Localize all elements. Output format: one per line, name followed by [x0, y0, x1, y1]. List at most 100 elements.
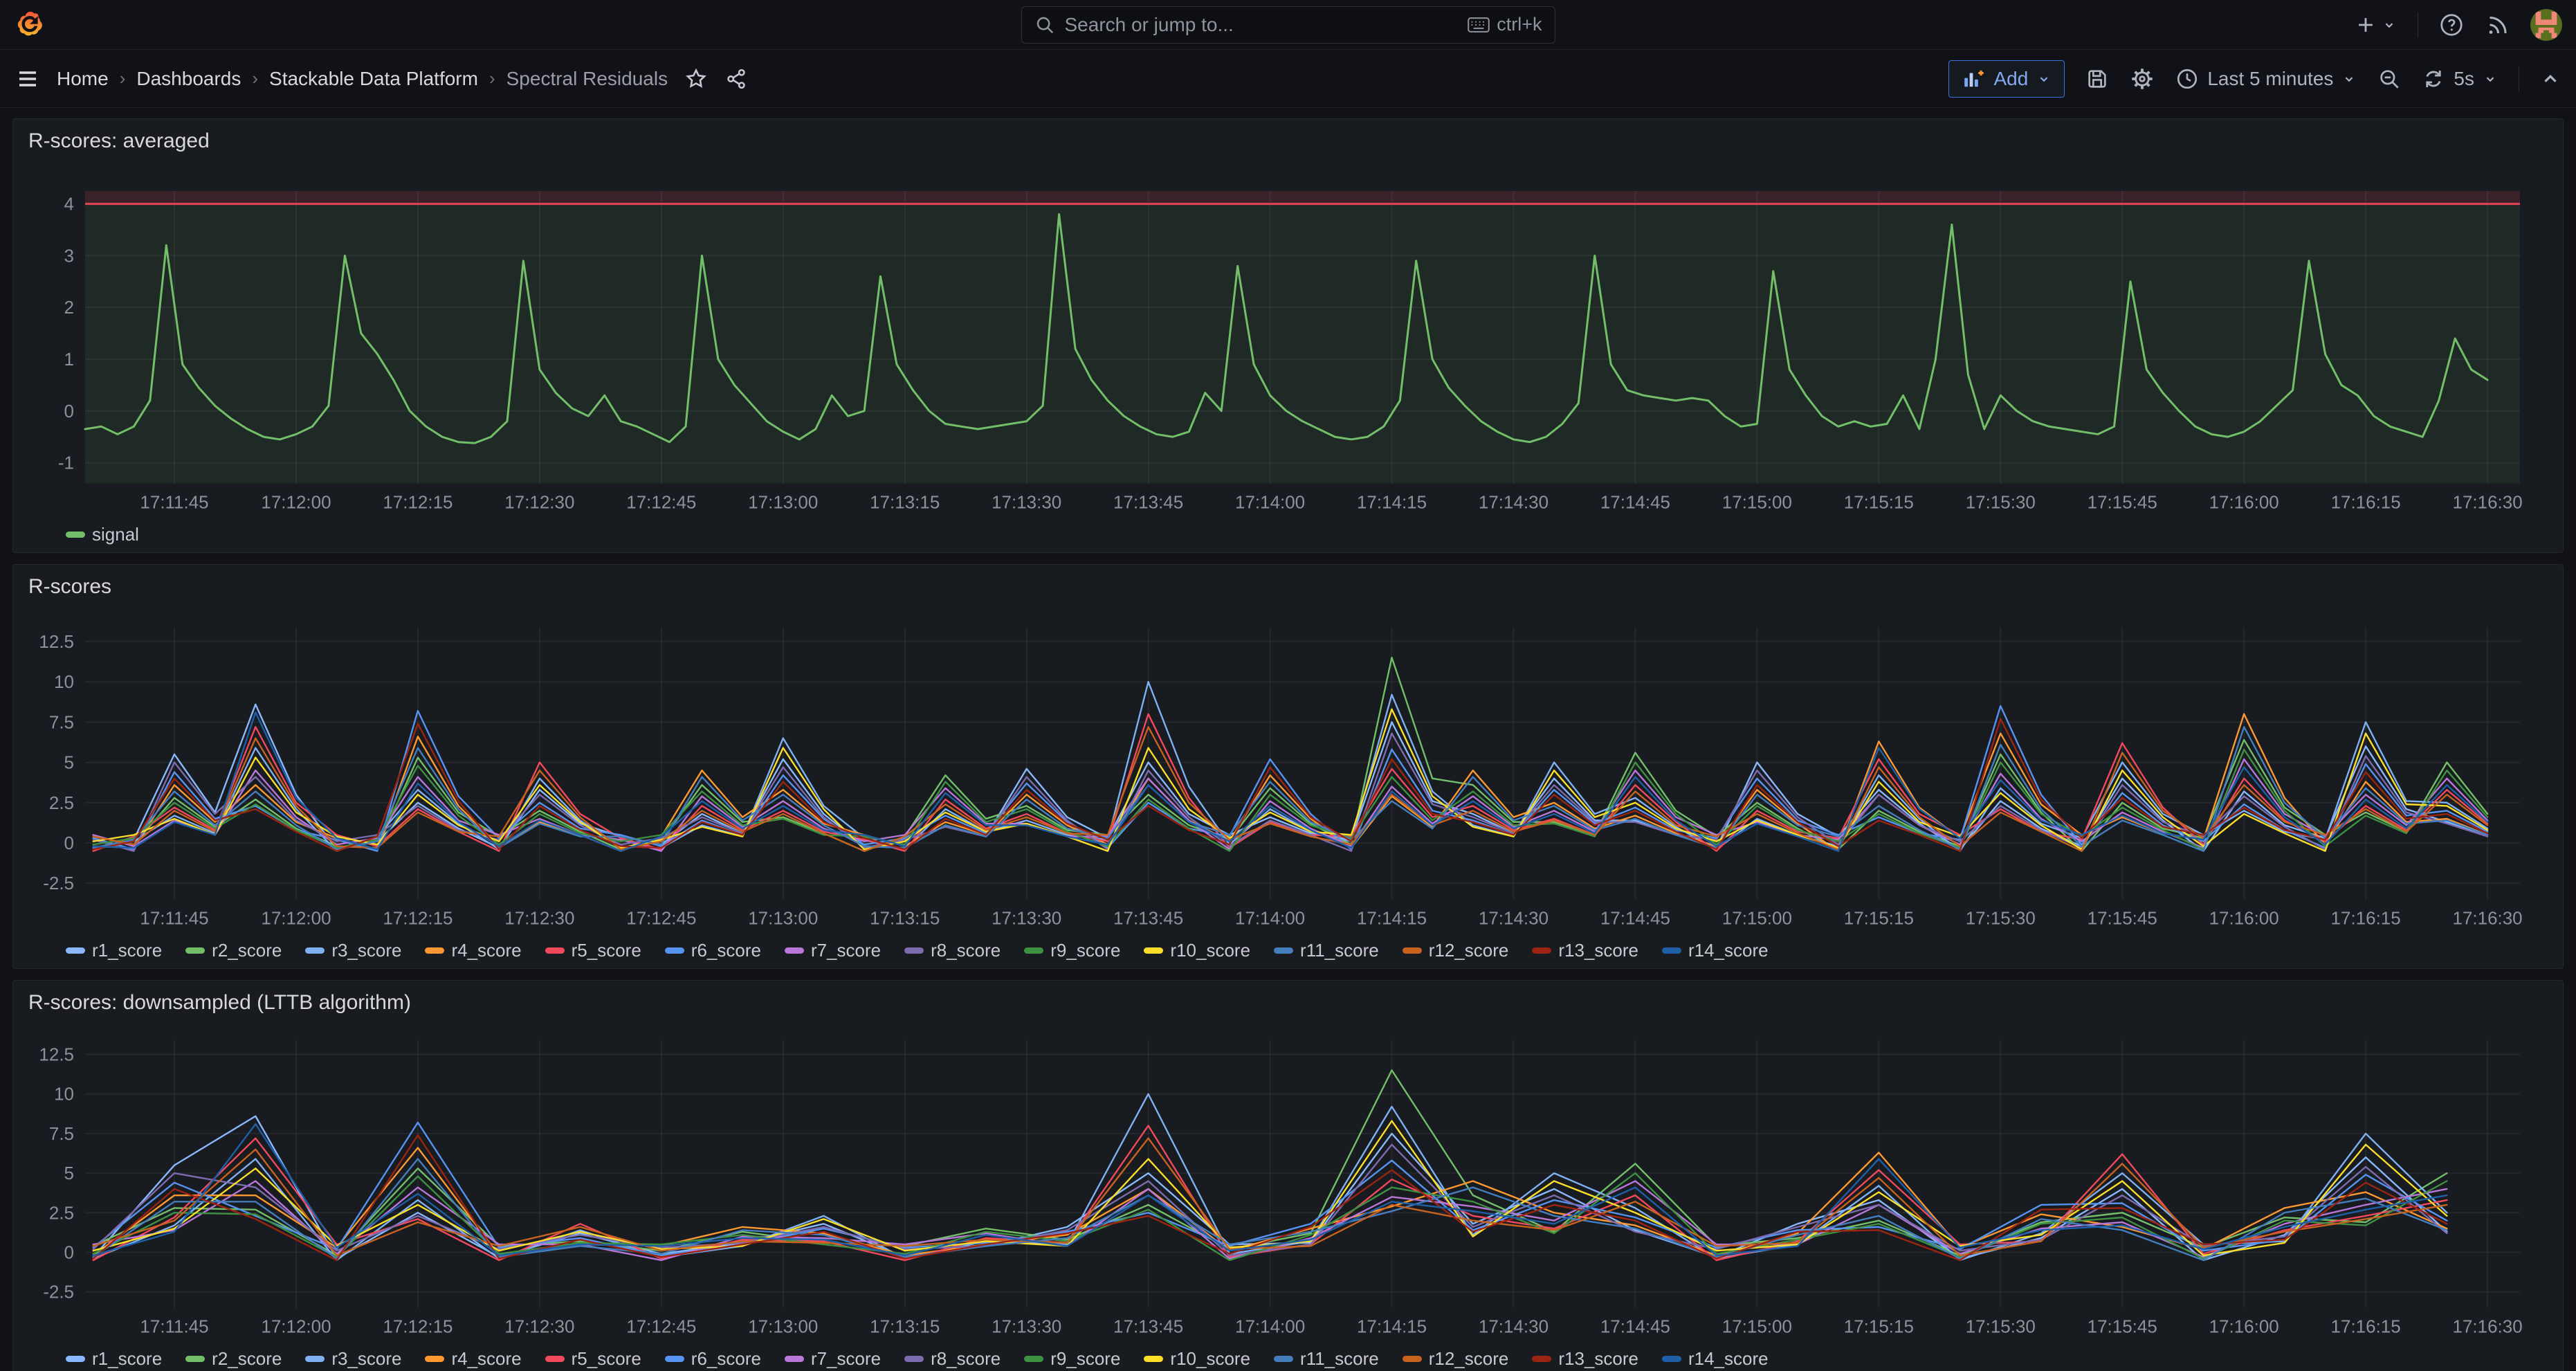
legend-item-r14_score[interactable]: r14_score [1662, 1348, 1769, 1370]
panel-title[interactable]: R-scores: averaged [26, 119, 2550, 163]
legend-item-r6_score[interactable]: r6_score [665, 940, 761, 961]
legend-item-r11_score[interactable]: r11_score [1274, 1348, 1379, 1370]
top-nav: Search or jump to... ctrl+k [0, 0, 2576, 50]
clock-icon [2175, 67, 2199, 91]
legend-item-signal[interactable]: signal [66, 524, 139, 545]
x-axis-tick-label: 17:14:15 [1357, 909, 1427, 928]
legend-item-r1_score[interactable]: r1_score [66, 940, 162, 961]
add-button-label: Add [1993, 68, 2028, 90]
x-axis-tick-label: 17:15:15 [1844, 493, 1914, 512]
time-range-picker[interactable]: Last 5 minutes [2175, 67, 2357, 91]
legend-swatch [904, 1356, 924, 1362]
timeseries-chart[interactable]: 43210-117:11:4517:12:0017:12:1517:12:301… [26, 163, 2550, 516]
legend-item-r13_score[interactable]: r13_score [1532, 940, 1638, 961]
legend-label: r4_score [451, 940, 521, 961]
y-axis-tick-label: 0 [64, 834, 74, 853]
x-axis-tick-label: 17:15:00 [1722, 493, 1792, 512]
legend-item-r3_score[interactable]: r3_score [305, 1348, 401, 1370]
legend-item-r6_score[interactable]: r6_score [665, 1348, 761, 1370]
x-axis-tick-label: 17:13:30 [992, 1317, 1061, 1336]
legend-swatch [1274, 947, 1293, 954]
add-button[interactable]: Add [1948, 60, 2065, 98]
x-axis-tick-label: 17:12:00 [261, 1317, 331, 1336]
legend-label: r10_score [1170, 940, 1250, 961]
legend-item-r2_score[interactable]: r2_score [185, 940, 282, 961]
legend-item-r13_score[interactable]: r13_score [1532, 1348, 1638, 1370]
legend-swatch [785, 947, 804, 954]
y-axis-tick-label: -2.5 [43, 874, 74, 893]
menu-icon[interactable] [15, 66, 40, 91]
legend-item-r10_score[interactable]: r10_score [1144, 940, 1250, 961]
legend-label: r7_score [811, 1348, 881, 1370]
legend-item-r3_score[interactable]: r3_score [305, 940, 401, 961]
avatar[interactable] [2530, 9, 2562, 41]
legend-swatch [1532, 1356, 1551, 1362]
x-axis-tick-label: 17:14:00 [1235, 909, 1305, 928]
rss-icon [2485, 12, 2510, 37]
legend-swatch [66, 532, 85, 538]
dashboard-settings-button[interactable] [2130, 66, 2155, 91]
x-axis-tick-label: 17:15:45 [2088, 493, 2157, 512]
panel-title[interactable]: R-scores [26, 565, 2550, 609]
legend-label: r4_score [451, 1348, 521, 1370]
y-axis-tick-label: 10 [54, 1084, 74, 1104]
legend-swatch [665, 947, 684, 954]
collapse-toolbar-button[interactable] [2540, 69, 2561, 89]
legend-item-r12_score[interactable]: r12_score [1403, 940, 1509, 961]
legend-item-r2_score[interactable]: r2_score [185, 1348, 282, 1370]
panel-title[interactable]: R-scores: downsampled (LTTB algorithm) [26, 981, 2550, 1025]
legend-swatch [425, 947, 444, 954]
x-axis-tick-label: 17:15:00 [1722, 909, 1792, 928]
star-icon[interactable] [684, 67, 708, 91]
x-axis-tick-label: 17:16:00 [2209, 493, 2279, 512]
legend-item-r8_score[interactable]: r8_score [904, 940, 1001, 961]
breadcrumb-item[interactable]: Home [57, 68, 109, 90]
share-icon[interactable] [724, 67, 748, 91]
legend-item-r8_score[interactable]: r8_score [904, 1348, 1001, 1370]
y-axis-tick-label: 1 [64, 350, 74, 370]
keyboard-icon [1468, 17, 1490, 33]
x-axis-tick-label: 17:12:45 [626, 909, 696, 928]
legend-swatch [1144, 1356, 1163, 1362]
x-axis-tick-label: 17:16:15 [2331, 909, 2401, 928]
news-button[interactable] [2485, 12, 2510, 37]
legend-swatch [66, 1356, 85, 1362]
breadcrumb-item: Spectral Residuals [506, 68, 668, 90]
zoom-out-icon [2377, 67, 2401, 91]
legend-item-r7_score[interactable]: r7_score [785, 940, 881, 961]
legend-item-r5_score[interactable]: r5_score [545, 1348, 641, 1370]
x-axis-tick-label: 17:13:15 [870, 493, 940, 512]
legend-item-r9_score[interactable]: r9_score [1024, 940, 1120, 961]
legend-label: r8_score [931, 940, 1001, 961]
x-axis-tick-label: 17:14:30 [1479, 493, 1549, 512]
legend-swatch [545, 947, 565, 954]
search-input[interactable]: Search or jump to... ctrl+k [1021, 6, 1555, 44]
y-axis-tick-label: 2.5 [49, 1204, 74, 1223]
legend-item-r11_score[interactable]: r11_score [1274, 940, 1379, 961]
save-dashboard-button[interactable] [2085, 67, 2109, 91]
legend-item-r4_score[interactable]: r4_score [425, 1348, 521, 1370]
zoom-out-button[interactable] [2377, 67, 2401, 91]
legend-item-r10_score[interactable]: r10_score [1144, 1348, 1250, 1370]
legend-item-r4_score[interactable]: r4_score [425, 940, 521, 961]
breadcrumb-item[interactable]: Dashboards [136, 68, 241, 90]
legend-item-r12_score[interactable]: r12_score [1403, 1348, 1509, 1370]
refresh-button[interactable]: 5s [2422, 67, 2498, 91]
y-axis-tick-label: 12.5 [39, 1045, 74, 1064]
new-menu-button[interactable] [2354, 13, 2397, 37]
legend-item-r5_score[interactable]: r5_score [545, 940, 641, 961]
legend-label: r7_score [811, 940, 881, 961]
timeseries-chart[interactable]: 12.5107.552.50-2.517:11:4517:12:0017:12:… [26, 609, 2550, 932]
breadcrumb-separator: › [489, 68, 495, 89]
timeseries-chart[interactable]: 12.5107.552.50-2.517:11:4517:12:0017:12:… [26, 1025, 2550, 1341]
legend-item-r1_score[interactable]: r1_score [66, 1348, 162, 1370]
grafana-logo-icon[interactable] [15, 10, 46, 40]
legend-item-r7_score[interactable]: r7_score [785, 1348, 881, 1370]
chevron-down-icon [2483, 71, 2498, 87]
legend-item-r9_score[interactable]: r9_score [1024, 1348, 1120, 1370]
x-axis-tick-label: 17:13:45 [1113, 493, 1183, 512]
breadcrumb-item[interactable]: Stackable Data Platform [269, 68, 478, 90]
legend-item-r14_score[interactable]: r14_score [1662, 940, 1769, 961]
help-button[interactable] [2439, 12, 2464, 37]
x-axis-tick-label: 17:12:30 [504, 1317, 574, 1336]
